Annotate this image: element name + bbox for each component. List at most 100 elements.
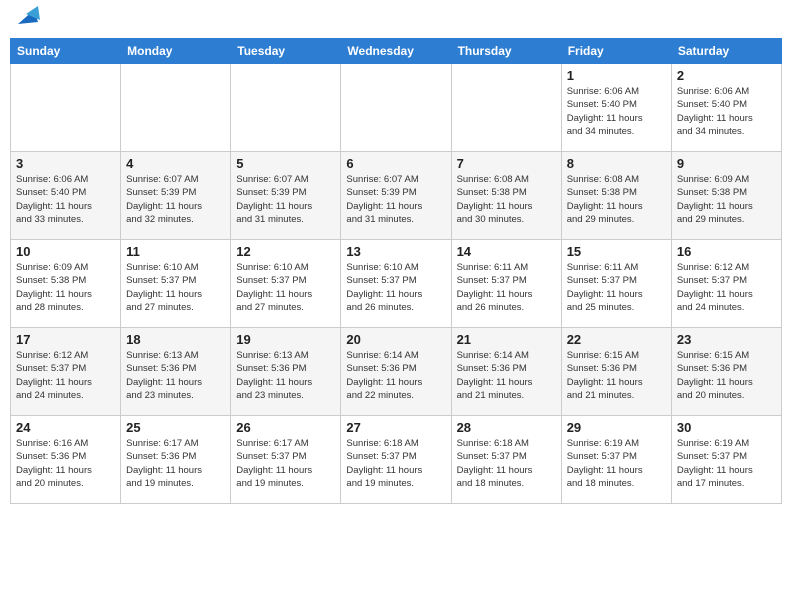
calendar-cell: 12 Sunrise: 6:10 AM Sunset: 5:37 PM Dayli… <box>231 240 341 328</box>
calendar-cell: 20Sunrise: 6:14 AM Sunset: 5:36 PM Dayli… <box>341 328 451 416</box>
day-info: Sunrise: 6:14 AM Sunset: 5:36 PM Dayligh… <box>457 349 556 402</box>
day-number: 23 <box>677 332 776 347</box>
day-info: Sunrise: 6:18 AM Sunset: 5:37 PM Dayligh… <box>346 437 445 490</box>
day-number: 14 <box>457 244 556 259</box>
weekday-header-thursday: Thursday <box>451 39 561 64</box>
calendar-body: 1 Sunrise: 6:06 AM Sunset: 5:40 PM Daylig… <box>11 64 782 504</box>
calendar-cell: 4 Sunrise: 6:07 AM Sunset: 5:39 PM Daylig… <box>121 152 231 240</box>
calendar-cell <box>451 64 561 152</box>
calendar-cell: 15 Sunrise: 6:11 AM Sunset: 5:37 PM Dayli… <box>561 240 671 328</box>
calendar-cell: 26 Sunrise: 6:17 AM Sunset: 5:37 PM Dayli… <box>231 416 341 504</box>
day-number: 10 <box>16 244 115 259</box>
day-number: 18 <box>126 332 225 347</box>
logo-icon <box>12 2 42 32</box>
day-number: 27 <box>346 420 445 435</box>
weekday-header-friday: Friday <box>561 39 671 64</box>
day-number: 8 <box>567 156 666 171</box>
day-info: Sunrise: 6:19 AM Sunset: 5:37 PM Dayligh… <box>677 437 776 490</box>
calendar-cell: 29Sunrise: 6:19 AM Sunset: 5:37 PM Dayli… <box>561 416 671 504</box>
calendar-cell <box>341 64 451 152</box>
calendar-header-row: SundayMondayTuesdayWednesdayThursdayFrid… <box>11 39 782 64</box>
day-info: Sunrise: 6:10 AM Sunset: 5:37 PM Dayligh… <box>126 261 225 314</box>
day-info: Sunrise: 6:10 AM Sunset: 5:37 PM Dayligh… <box>236 261 335 314</box>
day-info: Sunrise: 6:06 AM Sunset: 5:40 PM Dayligh… <box>16 173 115 226</box>
calendar-cell: 7Sunrise: 6:08 AM Sunset: 5:38 PM Daylig… <box>451 152 561 240</box>
day-info: Sunrise: 6:07 AM Sunset: 5:39 PM Dayligh… <box>126 173 225 226</box>
day-number: 2 <box>677 68 776 83</box>
logo-text <box>10 10 42 32</box>
day-number: 4 <box>126 156 225 171</box>
calendar-cell: 1 Sunrise: 6:06 AM Sunset: 5:40 PM Daylig… <box>561 64 671 152</box>
day-info: Sunrise: 6:10 AM Sunset: 5:37 PM Dayligh… <box>346 261 445 314</box>
day-number: 21 <box>457 332 556 347</box>
day-info: Sunrise: 6:07 AM Sunset: 5:39 PM Dayligh… <box>346 173 445 226</box>
calendar-cell: 8 Sunrise: 6:08 AM Sunset: 5:38 PM Daylig… <box>561 152 671 240</box>
day-info: Sunrise: 6:13 AM Sunset: 5:36 PM Dayligh… <box>126 349 225 402</box>
calendar-cell <box>11 64 121 152</box>
day-info: Sunrise: 6:09 AM Sunset: 5:38 PM Dayligh… <box>677 173 776 226</box>
day-number: 12 <box>236 244 335 259</box>
calendar-cell: 25 Sunrise: 6:17 AM Sunset: 5:36 PM Dayli… <box>121 416 231 504</box>
day-number: 16 <box>677 244 776 259</box>
weekday-header-monday: Monday <box>121 39 231 64</box>
calendar-cell: 6 Sunrise: 6:07 AM Sunset: 5:39 PM Daylig… <box>341 152 451 240</box>
day-info: Sunrise: 6:16 AM Sunset: 5:36 PM Dayligh… <box>16 437 115 490</box>
day-info: Sunrise: 6:12 AM Sunset: 5:37 PM Dayligh… <box>16 349 115 402</box>
day-number: 6 <box>346 156 445 171</box>
page: SundayMondayTuesdayWednesdayThursdayFrid… <box>0 0 792 514</box>
day-info: Sunrise: 6:08 AM Sunset: 5:38 PM Dayligh… <box>567 173 666 226</box>
day-info: Sunrise: 6:15 AM Sunset: 5:36 PM Dayligh… <box>567 349 666 402</box>
calendar-cell: 2Sunrise: 6:06 AM Sunset: 5:40 PM Daylig… <box>671 64 781 152</box>
day-info: Sunrise: 6:19 AM Sunset: 5:37 PM Dayligh… <box>567 437 666 490</box>
weekday-header-wednesday: Wednesday <box>341 39 451 64</box>
day-number: 19 <box>236 332 335 347</box>
calendar-cell: 5 Sunrise: 6:07 AM Sunset: 5:39 PM Daylig… <box>231 152 341 240</box>
day-number: 15 <box>567 244 666 259</box>
day-info: Sunrise: 6:17 AM Sunset: 5:37 PM Dayligh… <box>236 437 335 490</box>
calendar-week-0: 1 Sunrise: 6:06 AM Sunset: 5:40 PM Daylig… <box>11 64 782 152</box>
calendar-cell: 24 Sunrise: 6:16 AM Sunset: 5:36 PM Dayli… <box>11 416 121 504</box>
day-info: Sunrise: 6:06 AM Sunset: 5:40 PM Dayligh… <box>567 85 666 138</box>
calendar-cell: 17 Sunrise: 6:12 AM Sunset: 5:37 PM Dayli… <box>11 328 121 416</box>
day-number: 22 <box>567 332 666 347</box>
day-info: Sunrise: 6:07 AM Sunset: 5:39 PM Dayligh… <box>236 173 335 226</box>
day-number: 3 <box>16 156 115 171</box>
day-info: Sunrise: 6:14 AM Sunset: 5:36 PM Dayligh… <box>346 349 445 402</box>
calendar-cell: 18 Sunrise: 6:13 AM Sunset: 5:36 PM Dayli… <box>121 328 231 416</box>
calendar-cell: 28 Sunrise: 6:18 AM Sunset: 5:37 PM Dayli… <box>451 416 561 504</box>
calendar-cell: 23 Sunrise: 6:15 AM Sunset: 5:36 PM Dayli… <box>671 328 781 416</box>
day-info: Sunrise: 6:17 AM Sunset: 5:36 PM Dayligh… <box>126 437 225 490</box>
day-number: 24 <box>16 420 115 435</box>
calendar-week-3: 17 Sunrise: 6:12 AM Sunset: 5:37 PM Dayli… <box>11 328 782 416</box>
day-number: 28 <box>457 420 556 435</box>
calendar-cell <box>121 64 231 152</box>
day-info: Sunrise: 6:18 AM Sunset: 5:37 PM Dayligh… <box>457 437 556 490</box>
day-info: Sunrise: 6:15 AM Sunset: 5:36 PM Dayligh… <box>677 349 776 402</box>
calendar-cell <box>231 64 341 152</box>
day-info: Sunrise: 6:11 AM Sunset: 5:37 PM Dayligh… <box>567 261 666 314</box>
day-number: 9 <box>677 156 776 171</box>
header <box>10 10 782 32</box>
day-info: Sunrise: 6:13 AM Sunset: 5:36 PM Dayligh… <box>236 349 335 402</box>
calendar-cell: 9 Sunrise: 6:09 AM Sunset: 5:38 PM Daylig… <box>671 152 781 240</box>
day-number: 17 <box>16 332 115 347</box>
weekday-header-sunday: Sunday <box>11 39 121 64</box>
calendar-cell: 16 Sunrise: 6:12 AM Sunset: 5:37 PM Dayli… <box>671 240 781 328</box>
calendar-cell: 19 Sunrise: 6:13 AM Sunset: 5:36 PM Dayli… <box>231 328 341 416</box>
day-number: 5 <box>236 156 335 171</box>
calendar-cell: 22 Sunrise: 6:15 AM Sunset: 5:36 PM Dayli… <box>561 328 671 416</box>
calendar: SundayMondayTuesdayWednesdayThursdayFrid… <box>10 38 782 504</box>
day-number: 11 <box>126 244 225 259</box>
day-number: 1 <box>567 68 666 83</box>
day-number: 25 <box>126 420 225 435</box>
calendar-cell: 30Sunrise: 6:19 AM Sunset: 5:37 PM Dayli… <box>671 416 781 504</box>
calendar-cell: 10 Sunrise: 6:09 AM Sunset: 5:38 PM Dayli… <box>11 240 121 328</box>
day-info: Sunrise: 6:08 AM Sunset: 5:38 PM Dayligh… <box>457 173 556 226</box>
calendar-cell: 21 Sunrise: 6:14 AM Sunset: 5:36 PM Dayli… <box>451 328 561 416</box>
day-number: 26 <box>236 420 335 435</box>
day-info: Sunrise: 6:12 AM Sunset: 5:37 PM Dayligh… <box>677 261 776 314</box>
calendar-cell: 3 Sunrise: 6:06 AM Sunset: 5:40 PM Daylig… <box>11 152 121 240</box>
day-info: Sunrise: 6:09 AM Sunset: 5:38 PM Dayligh… <box>16 261 115 314</box>
logo <box>10 10 42 32</box>
weekday-header-tuesday: Tuesday <box>231 39 341 64</box>
